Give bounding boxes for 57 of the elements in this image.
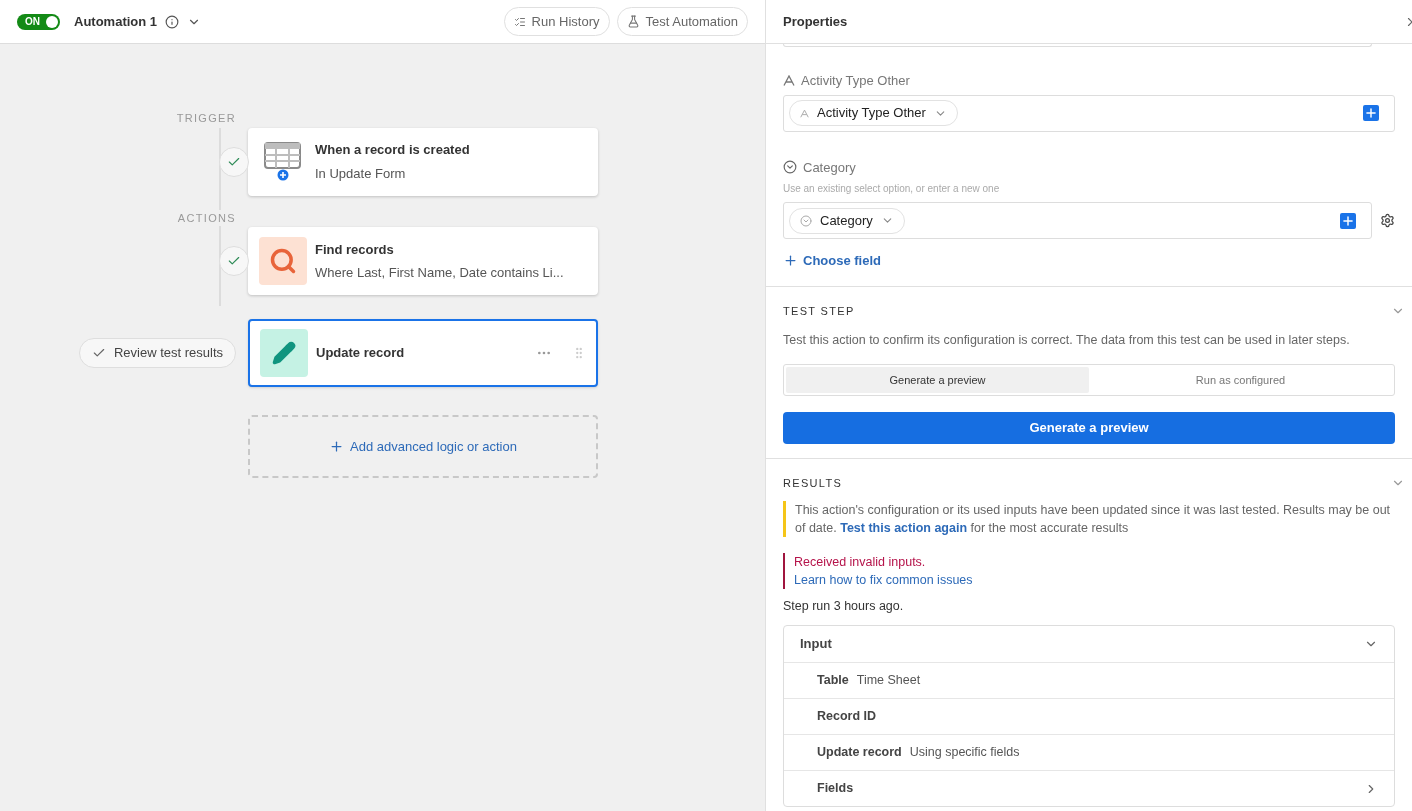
plus-icon	[329, 439, 344, 454]
pencil-icon	[260, 329, 308, 377]
outdated-warning: This action's configuration or its used inputs have been updated since it was last tested. Results may be out of date. Test this action again for the most accurate results	[795, 502, 1392, 538]
step-card[interactable]: Update record	[248, 319, 598, 387]
input-header[interactable]: Input	[784, 626, 1394, 662]
actions-label: ACTIONS	[177, 209, 236, 226]
on-toggle[interactable]: ON	[17, 13, 60, 30]
test-automation-button[interactable]: Test Automation	[616, 7, 748, 36]
info-icon[interactable]	[165, 14, 180, 29]
section-description: Test this action to confirm its configuration is correct. The data from this test can be used in later steps.	[783, 332, 1351, 349]
field-hint: Use an existing select option, or enter a new one	[783, 182, 1001, 196]
input-value: Time Sheet	[856, 672, 921, 690]
add-token-icon[interactable]	[1340, 212, 1356, 229]
panel-title: Properties	[783, 12, 848, 31]
step-subtitle: Where Last, First Name, Date contains Li...	[315, 264, 565, 282]
table-add-icon	[264, 141, 302, 182]
test-again-link[interactable]: Test this action again	[840, 521, 968, 536]
search-icon	[259, 237, 307, 285]
add-action-button[interactable]: Add advanced logic or action	[248, 415, 598, 478]
choose-field-button[interactable]: Choose field	[783, 251, 881, 271]
text-type-icon	[800, 108, 809, 118]
step-title: When a record is created	[315, 141, 471, 159]
step-card[interactable]: Find records Where Last, First Name, Date contains Li...	[248, 227, 598, 295]
section-title: TEST STEP	[783, 303, 855, 319]
plus-icon	[783, 253, 798, 269]
fix-issues-link[interactable]: Learn how to fix common issues	[794, 571, 973, 590]
check-icon	[91, 346, 106, 360]
step-title: Find records	[315, 240, 395, 259]
step-run-time: Step run 3 hours ago.	[783, 598, 905, 616]
step-subtitle: In Update Form	[315, 164, 407, 183]
input-row[interactable]: Fields	[784, 770, 1394, 806]
select-type-icon	[800, 214, 812, 227]
step-title: Update record	[316, 344, 406, 363]
input-value: Using specific fields	[909, 744, 1020, 762]
run-history-button[interactable]: Run History	[503, 7, 610, 36]
select-type-icon	[783, 160, 797, 175]
error-message: Received invalid inputs.	[794, 554, 927, 572]
text-type-icon	[783, 75, 795, 87]
review-results-button[interactable]: Review test results	[78, 338, 236, 368]
field-label: Activity Type Other	[801, 72, 910, 90]
step-card[interactable]: When a record is created In Update Form	[248, 127, 598, 196]
input-label: Fields	[817, 780, 854, 798]
settings-icon[interactable]	[1380, 213, 1395, 228]
field-label: Category	[803, 158, 856, 177]
add-token-icon[interactable]	[1363, 105, 1379, 121]
flask-icon	[626, 15, 640, 28]
input-label: Record ID	[817, 708, 877, 726]
list-icon	[513, 15, 526, 28]
mode-tab[interactable]: Run as configured	[1089, 366, 1392, 393]
input-label: Update record	[817, 744, 902, 762]
mode-tab[interactable]: Generate a preview	[786, 366, 1089, 393]
automation-title[interactable]: Automation 1	[74, 11, 158, 32]
generate-preview-button[interactable]: Generate a preview	[783, 411, 1395, 444]
token-field[interactable]: Category	[783, 202, 1372, 239]
section-title: RESULTS	[783, 475, 843, 491]
input-label: Table	[817, 672, 849, 690]
token-field[interactable]: Activity Type Other	[783, 94, 1395, 132]
